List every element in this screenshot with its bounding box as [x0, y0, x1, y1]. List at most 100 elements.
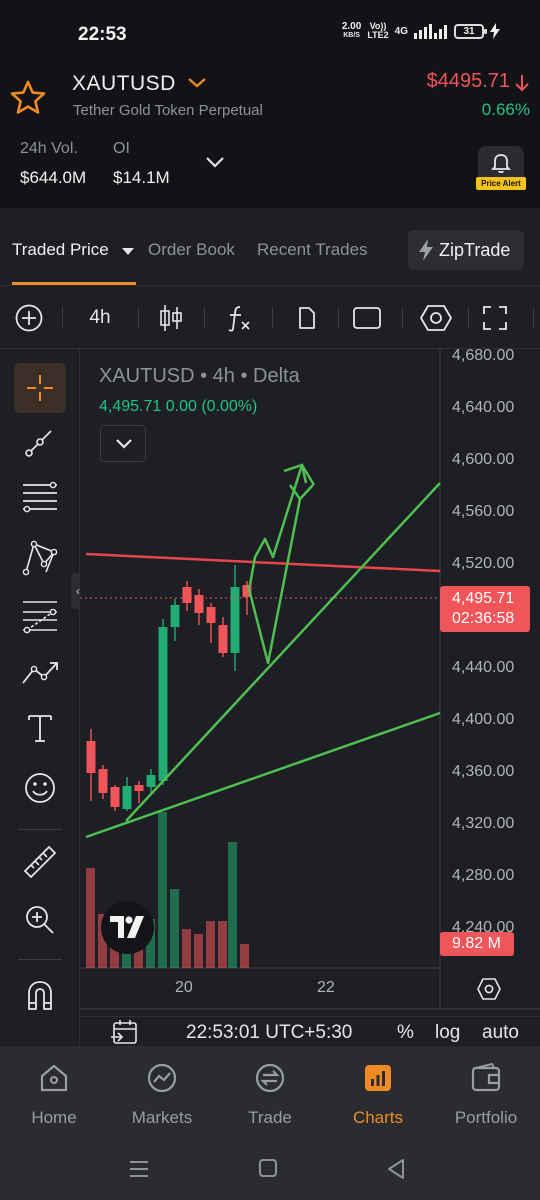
y-tick-label: 4,320.00	[452, 815, 515, 832]
trend-line-tool[interactable]	[14, 417, 66, 467]
symbol-name[interactable]: XAUTUSD	[72, 72, 176, 96]
nav-label: Charts	[352, 1108, 404, 1127]
drawing-tools-panel	[0, 349, 80, 1046]
projection-path-2	[248, 463, 316, 586]
price-change: 0.66%	[481, 100, 530, 119]
nav-label: Home	[31, 1108, 77, 1127]
chart-tabs: Traded Price Order Book Recent Trades Zi…	[0, 218, 540, 286]
fullscreen-icon	[483, 306, 507, 330]
pattern-tool[interactable]	[14, 533, 66, 583]
utc-clock[interactable]: 22:53:01 UTC+5:30	[186, 1022, 352, 1044]
auto-scale-toggle[interactable]: auto	[482, 1022, 519, 1044]
status-indicators: 2.00 KB/S Vo)) LTE2 4G 31	[342, 22, 500, 40]
volume-bar	[158, 812, 167, 968]
template-button[interactable]	[292, 301, 322, 335]
support-trend-line	[85, 711, 441, 839]
tab-traded-price[interactable]: Traded Price	[12, 240, 109, 260]
crosshair-tool[interactable]	[14, 363, 66, 413]
crosshair-icon	[27, 375, 53, 401]
toolbar-divider	[468, 307, 469, 329]
magnet-tool[interactable]	[14, 971, 66, 1021]
document-icon	[299, 307, 315, 329]
home-system-icon[interactable]	[258, 1158, 278, 1178]
recent-apps-icon[interactable]	[128, 1159, 150, 1179]
candle-body	[98, 769, 108, 793]
chevron-down-icon[interactable]	[205, 156, 225, 168]
interval-selector[interactable]: 4h	[78, 301, 122, 335]
hexagon-settings-icon	[420, 305, 452, 331]
zoom-tool[interactable]	[14, 895, 66, 945]
favorite-star-icon[interactable]	[8, 78, 48, 118]
nav-markets[interactable]: Markets	[108, 1046, 216, 1142]
text-icon	[28, 715, 52, 742]
price-chart[interactable]: XAUTUSD • 4h • Delta 4,495.71 0.00 (0.00…	[80, 349, 540, 1046]
chart-bottom-bar: 22:53:01 UTC+5:30 % log auto	[80, 1016, 540, 1046]
volume-bar	[206, 921, 215, 968]
nav-portfolio[interactable]: Portfolio	[432, 1046, 540, 1142]
toolbar-divider	[138, 307, 139, 329]
nav-trade[interactable]: Trade	[216, 1046, 324, 1142]
candlestick-icon	[160, 305, 182, 331]
nav-home[interactable]: Home	[0, 1046, 108, 1142]
goto-date-icon[interactable]	[110, 1019, 140, 1047]
plus-circle-icon	[15, 304, 43, 332]
tab-recent-trades[interactable]: Recent Trades	[257, 240, 368, 260]
toolbar-divider	[402, 307, 403, 329]
axis-settings-icon[interactable]	[476, 977, 502, 1001]
tradingview-logo	[101, 901, 154, 954]
volte-indicator: Vo)) LTE2	[367, 21, 389, 40]
oi-value: $14.1M	[113, 168, 170, 187]
nav-label: Portfolio	[454, 1108, 518, 1127]
y-tick-label: 4,600.00	[452, 451, 515, 468]
candle-type-button[interactable]	[155, 301, 187, 335]
fullscreen-button[interactable]	[480, 301, 510, 335]
candle-body	[122, 786, 132, 809]
back-icon[interactable]	[386, 1158, 406, 1180]
tool-divider	[18, 829, 62, 830]
ziptrade-button[interactable]: ZipTrade	[408, 230, 524, 270]
network-type: 4G	[394, 25, 408, 37]
bell-icon	[491, 154, 511, 174]
nav-charts[interactable]: Charts	[324, 1046, 432, 1142]
candle-body	[218, 625, 228, 653]
text-tool[interactable]	[14, 703, 66, 753]
horizontal-lines-icon	[23, 481, 57, 513]
chart-settings-button[interactable]	[418, 301, 454, 335]
caret-down-icon[interactable]	[122, 248, 134, 255]
measure-tool[interactable]	[14, 837, 66, 887]
chevron-down-icon[interactable]	[186, 76, 208, 90]
y-tick-label: 4,280.00	[452, 867, 515, 884]
status-bar: 22:53 2.00 KB/S Vo)) LTE2 4G 31	[0, 0, 540, 68]
projection-arrowhead-2	[283, 463, 308, 484]
fib-tool[interactable]	[14, 473, 66, 523]
signal-icon	[414, 24, 447, 39]
percent-scale-toggle[interactable]: %	[397, 1022, 414, 1044]
toolbar-divider	[62, 307, 63, 329]
forecast-tool[interactable]	[14, 591, 66, 641]
status-time: 22:53	[78, 24, 127, 45]
emoji-tool[interactable]	[14, 763, 66, 813]
add-indicator-button[interactable]	[12, 301, 46, 335]
candle-body	[110, 787, 120, 807]
toolbar-divider	[204, 307, 205, 329]
trend-line-icon	[25, 430, 52, 457]
candle-body	[230, 587, 240, 653]
price-alert-label[interactable]: Price Alert	[476, 177, 526, 190]
y-tick-label: 4,520.00	[452, 555, 515, 572]
volume-bar	[182, 929, 191, 968]
magnet-icon	[28, 981, 52, 1010]
path-tool[interactable]	[14, 647, 66, 697]
log-scale-toggle[interactable]: log	[435, 1022, 460, 1044]
y-tick-label: 4,360.00	[452, 763, 515, 780]
indicators-button[interactable]	[222, 301, 256, 335]
tool-divider	[18, 959, 62, 960]
arrow-down-icon	[515, 75, 529, 92]
layout-button[interactable]	[350, 301, 384, 335]
chart-toolbar: 4h	[0, 287, 540, 349]
candle-body	[182, 587, 192, 603]
y-tick-label: 4,440.00	[452, 659, 515, 676]
volume-bar	[194, 934, 203, 968]
legend-toggle-button[interactable]	[100, 425, 146, 462]
market-header: XAUTUSD Tether Gold Token Perpetual $449…	[0, 68, 540, 208]
tab-order-book[interactable]: Order Book	[148, 240, 235, 260]
